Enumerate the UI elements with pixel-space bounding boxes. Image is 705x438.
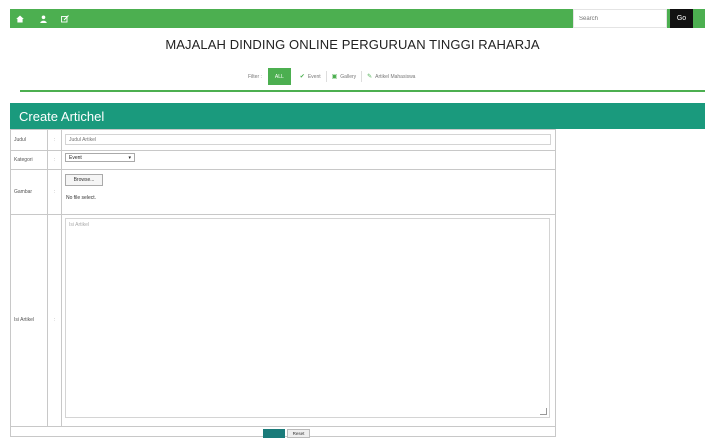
check-icon: ✔ (299, 74, 305, 80)
filter-event[interactable]: ✔ Event (295, 71, 327, 82)
file-status: No file select. (66, 195, 97, 201)
home-icon[interactable] (14, 9, 26, 28)
kategori-value: Event (69, 154, 82, 161)
edit-icon[interactable] (60, 9, 70, 28)
divider (20, 90, 705, 92)
create-article-form: Judul : Kategori : Event ▾ Gambar : Brow… (10, 129, 556, 438)
gambar-label: Gambar (11, 169, 48, 214)
browse-button[interactable]: Browse... (65, 174, 103, 186)
filter-all-button[interactable]: ALL (267, 68, 291, 85)
filter-artikel[interactable]: ✎ Artikel Mahasiswa (362, 71, 420, 82)
isi-textarea[interactable]: Isi Artikel (65, 218, 550, 418)
row-kategori: Kategori : Event ▾ (11, 150, 555, 170)
image-icon: ▣ (331, 74, 338, 80)
navbar-edge (697, 9, 705, 28)
kategori-label: Kategori (11, 150, 48, 169)
isi-label: Isi Artikel (11, 214, 48, 426)
filter-gallery-label: Gallery (340, 73, 357, 80)
panel-header: Create Artichel (10, 103, 705, 129)
isi-placeholder: Isi Artikel (69, 222, 90, 228)
isi-separator: : (48, 214, 62, 426)
filter-gallery[interactable]: ▣ Gallery (327, 71, 363, 82)
user-icon[interactable] (38, 9, 48, 28)
filter-label: Filter : (248, 73, 262, 80)
judul-separator: : (48, 130, 62, 150)
pin-icon: ✎ (367, 74, 373, 80)
row-judul: Judul : (11, 130, 555, 151)
dropdown-arrow-icon: ▾ (128, 154, 131, 161)
panel-title: Create Artichel (19, 108, 105, 124)
form-buttons: Reset (11, 426, 555, 438)
page-title: MAJALAH DINDING ONLINE PERGURUAN TINGGI … (165, 37, 540, 52)
search-input[interactable] (573, 9, 667, 28)
judul-label: Judul (11, 130, 48, 150)
filter-artikel-label: Artikel Mahasiswa (375, 73, 416, 80)
gambar-separator: : (48, 169, 62, 214)
row-gambar: Gambar : Browse... No file select. (11, 169, 555, 215)
kategori-separator: : (48, 150, 62, 169)
judul-input[interactable] (65, 134, 551, 145)
filter-bar: Filter : ALL ✔ Event ▣ Gallery ✎ Artikel… (248, 68, 420, 85)
filter-event-label: Event (307, 73, 321, 80)
resize-handle[interactable] (540, 408, 547, 415)
row-isi: Isi Artikel : Isi Artikel (11, 214, 555, 427)
go-button[interactable]: Go (670, 9, 693, 28)
kategori-select[interactable]: Event ▾ (65, 153, 135, 162)
